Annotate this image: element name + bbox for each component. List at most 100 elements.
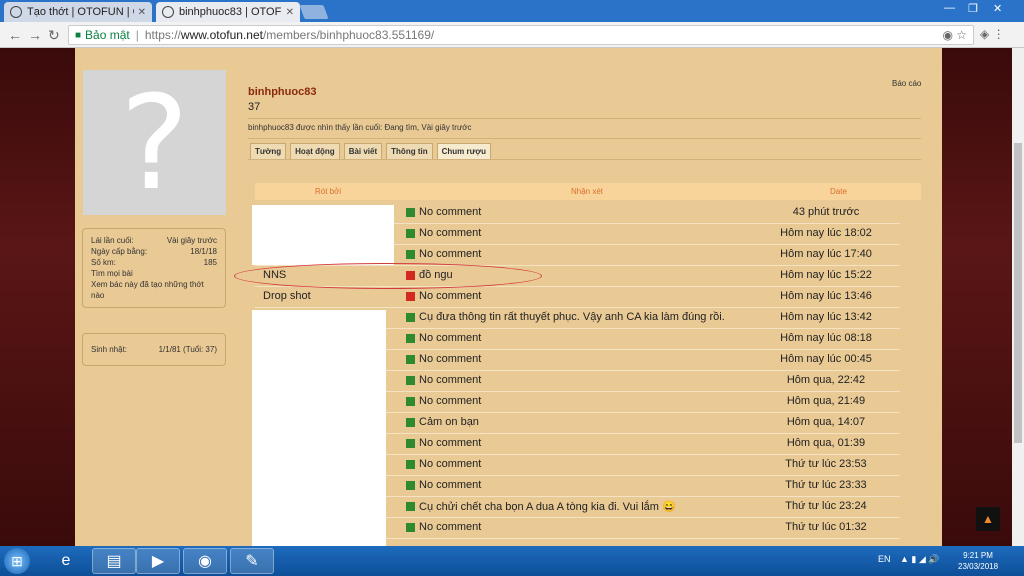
clock[interactable]: 9:21 PM 23/03/2018: [958, 550, 998, 572]
new-tab-button[interactable]: [299, 5, 329, 19]
tab-wine-jar[interactable]: Chum rượu: [436, 143, 491, 160]
date-text: Hôm nay lúc 00:45: [780, 353, 872, 365]
paint-icon[interactable]: ✎: [230, 548, 274, 574]
address-bar[interactable]: ■ Bảo mật | https://www.otofun.net/membe…: [68, 25, 974, 45]
rating-flag-icon: [406, 334, 415, 343]
comment-text: No comment: [419, 248, 482, 260]
browser-tab-1[interactable]: Tạo thớt | OTOFUN | Cộn ✕: [4, 2, 152, 22]
user-value: 37: [248, 101, 261, 113]
internet-explorer-icon[interactable]: e: [44, 548, 88, 574]
birthday-value: 1/1/81 (Tuổi: 37): [158, 345, 217, 354]
window-close-icon[interactable]: ✕: [993, 2, 1002, 15]
windows-taskbar: ⊞ e ▤ ▶ ◉ ✎ EN ▲ ▮ ◢ 🔊 9:21 PM 23/03/201…: [0, 546, 1024, 576]
browser-tab-2[interactable]: binhphuoc83 | OTOFUN ✕: [156, 2, 300, 22]
divider: [248, 138, 921, 139]
birthday-label: Sinh nhật:: [91, 345, 128, 354]
comment-text: No comment: [419, 395, 482, 407]
col-header-comment: Nhận xét: [571, 187, 604, 196]
rating-flag-icon: [406, 376, 415, 385]
forward-arrow-icon[interactable]: →: [28, 27, 42, 43]
find-all-posts-link[interactable]: Tìm mọi bài: [91, 268, 217, 279]
close-icon[interactable]: ✕: [138, 7, 146, 18]
clock-time: 9:21 PM: [963, 551, 993, 560]
language-indicator[interactable]: EN: [878, 554, 891, 564]
divider: [248, 159, 921, 160]
comment-text: No comment: [419, 374, 482, 386]
rating-flag-icon: [406, 439, 415, 448]
date-text: Hôm qua, 21:49: [786, 395, 866, 407]
scrollbar[interactable]: [1012, 48, 1024, 546]
date-text: Hôm nay lúc 18:02: [780, 227, 872, 239]
rating-flag-icon: [406, 418, 415, 427]
date-text: Hôm qua, 14:07: [786, 416, 866, 428]
comment-text: Cụ chửi chết cha bọn A dua A tòng kia đi…: [419, 501, 676, 513]
comment-text: No comment: [419, 206, 482, 218]
rating-flag-icon: [406, 250, 415, 259]
rating-flag-icon: [406, 313, 415, 322]
tab-activity[interactable]: Hoạt động: [290, 143, 340, 160]
reload-icon[interactable]: ↻: [48, 27, 60, 44]
stat-km: Số km: 185: [91, 258, 217, 267]
chrome-icon[interactable]: ◉: [183, 548, 227, 574]
browser-tabstrip: Tạo thớt | OTOFUN | Cộn ✕ binhphuoc83 | …: [0, 0, 1024, 22]
comment-text: Cảm on bạn: [419, 416, 479, 428]
steering-wheel-icon: [10, 6, 22, 18]
table-row: Drop shot No comment Hôm nay lúc 13:46: [255, 287, 900, 308]
menu-icon[interactable]: ◈ ⋮: [980, 27, 1005, 41]
profile-tabs: Tường Hoạt động Bài viết Thông tin Chum …: [250, 143, 491, 160]
tray-icons[interactable]: ▲ ▮ ◢ 🔊: [900, 554, 940, 565]
giver-name[interactable]: Drop shot: [263, 290, 311, 302]
col-header-giver: Rót bởi: [315, 187, 342, 196]
view-threads-link[interactable]: Xem bác này đã tạo những thớt nào: [91, 279, 217, 301]
stat-last-drive: Lái lần cuối: Vài giây trước: [91, 236, 217, 245]
avatar[interactable]: ?: [83, 67, 226, 219]
report-link[interactable]: Báo cáo: [892, 79, 921, 88]
media-player-icon[interactable]: ▶: [136, 548, 180, 574]
birthday-box: Sinh nhật: 1/1/81 (Tuổi: 37): [82, 333, 226, 366]
rating-flag-icon: [406, 208, 415, 217]
date-text: Hôm qua, 22:42: [786, 374, 866, 386]
comment-text: No comment: [419, 458, 482, 470]
comment-text: No comment: [419, 521, 482, 533]
tab-info[interactable]: Thông tin: [386, 143, 433, 160]
url-scheme: https://: [144, 28, 181, 42]
stat-join-date: Ngày cấp bằng: 18/1/18: [91, 247, 217, 256]
comment-text: No comment: [419, 227, 482, 239]
tab-posts[interactable]: Bài viết: [343, 143, 383, 160]
date-text: 43 phút trước: [792, 206, 860, 218]
last-seen-text: binhphuoc83 được nhìn thấy lần cuối: Đan…: [248, 123, 472, 132]
close-icon[interactable]: ✕: [286, 7, 294, 18]
back-arrow-icon[interactable]: ←: [8, 27, 22, 43]
clock-date: 23/03/2018: [958, 562, 999, 571]
url-path: /members/binhphuoc83.551169/: [262, 28, 435, 42]
profile-page: ? Lái lần cuối: Vài giây trước Ngày cấp b…: [75, 48, 942, 546]
arrow-up-icon[interactable]: ▲: [976, 507, 1000, 531]
username[interactable]: binhphuoc83: [248, 86, 316, 98]
date-text: Hôm nay lúc 17:40: [780, 248, 872, 260]
rating-flag-icon: [406, 460, 415, 469]
divider: |: [135, 28, 139, 42]
maximize-icon[interactable]: ❐: [968, 2, 978, 15]
minimize-icon[interactable]: —: [944, 2, 955, 14]
file-explorer-icon[interactable]: ▤: [92, 548, 136, 574]
comment-text: No comment: [419, 332, 482, 344]
bookmark-star-icon[interactable]: ◉ ☆: [942, 28, 967, 42]
lock-icon: ■: [75, 29, 82, 41]
scrollbar-thumb[interactable]: [1014, 143, 1022, 443]
address-row: ← → ↻ ■ Bảo mật | https://www.otofun.net…: [0, 22, 1024, 48]
rating-flag-icon: [406, 229, 415, 238]
start-button[interactable]: ⊞: [4, 548, 30, 574]
comment-text: No comment: [419, 437, 482, 449]
rating-flag-icon: [406, 355, 415, 364]
date-text: Hôm nay lúc 15:22: [780, 269, 872, 281]
date-text: Thứ tư lúc 23:33: [785, 479, 867, 491]
browser-tab-title: Tạo thớt | OTOFUN | Cộn: [27, 6, 134, 18]
table-header: Rót bởi Nhận xét Date: [255, 183, 921, 200]
comment-text: No comment: [419, 290, 482, 302]
col-header-date: Date: [830, 187, 847, 196]
redacted-block: [252, 205, 394, 265]
url-host: www.otofun.net: [180, 28, 263, 42]
comment-text: No comment: [419, 353, 482, 365]
date-text: Thứ tư lúc 23:24: [785, 500, 867, 512]
tab-wall[interactable]: Tường: [250, 143, 287, 160]
